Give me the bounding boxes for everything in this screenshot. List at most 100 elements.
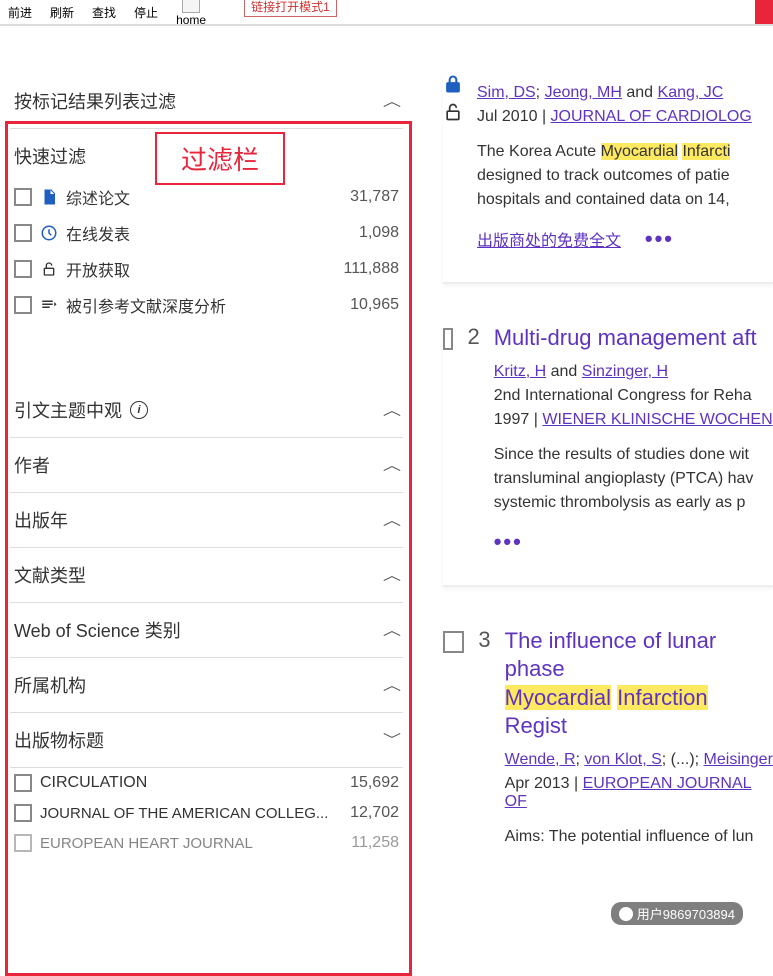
highlight: Myocardial (601, 143, 678, 160)
pub-title-item[interactable]: JOURNAL OF THE AMERICAN COLLEG... 12,702 (10, 798, 403, 828)
red-accent-bar (755, 0, 773, 24)
checkbox[interactable] (14, 804, 32, 822)
section-title: 引文主题中观 (14, 397, 122, 423)
pub-title-label: EUROPEAN HEART JOURNAL (40, 835, 343, 852)
result-authors: Kritz, H and Sinzinger, H (494, 363, 773, 381)
chevron-up-icon: ︿ (383, 675, 401, 695)
pub-title-item[interactable]: CIRCULATION 15,692 (10, 768, 403, 798)
watermark: 用户9869703894 (611, 902, 743, 925)
section-wos-category[interactable]: Web of Science 类别 ︿ (10, 603, 403, 658)
result-abstract: The Korea Acute Myocardial Infarcti desi… (477, 140, 773, 212)
checkbox[interactable] (14, 188, 32, 206)
result-abstract: Aims: The potential influence of lun (505, 825, 773, 849)
section-title: Web of Science 类别 (14, 617, 181, 643)
weibo-icon (619, 907, 633, 921)
author-link[interactable]: Meisinger (704, 751, 773, 768)
result-authors: Wende, R; von Klot, S; (...); Meisinger (505, 751, 773, 769)
result-card-3: 3 The influence of lunar phase Myocardia… (443, 627, 773, 893)
result-number: 2 (467, 324, 479, 350)
pub-title-item[interactable]: EUROPEAN HEART JOURNAL 11,258 (10, 828, 403, 858)
result-authors: Sim, DS; Jeong, MH and Kang, JC (477, 84, 773, 102)
section-title: 所属机构 (14, 672, 86, 698)
pub-title-count: 15,692 (350, 774, 399, 792)
chevron-up-icon: ︿ (383, 400, 401, 420)
result-meta: Apr 2013 | EUROPEAN JOURNAL OF (505, 775, 773, 811)
result-title[interactable]: Multi-drug management aft (494, 324, 773, 353)
chevron-up-icon: ︿ (383, 91, 401, 111)
home-icon[interactable] (182, 0, 200, 13)
clock-icon (40, 224, 58, 242)
journal-link[interactable]: JOURNAL OF CARDIOLOG (551, 108, 752, 125)
section-doc-type[interactable]: 文献类型 ︿ (10, 548, 403, 603)
find-button[interactable]: 查找 (92, 4, 116, 21)
link-mode-dropdown[interactable]: 链接打开模式1 (244, 0, 337, 17)
checkbox[interactable] (14, 260, 32, 278)
lock-closed-icon (443, 74, 463, 94)
highlight: Infarction (617, 685, 708, 710)
results-list: Sim, DS; Jeong, MH and Kang, JC Jul 2010… (413, 74, 773, 933)
annotation-label: 过滤栏 (155, 132, 285, 185)
doc-icon (40, 188, 58, 206)
chevron-up-icon: ︿ (383, 455, 401, 475)
citation-icon (40, 296, 58, 314)
result-number: 3 (478, 627, 490, 653)
section-affiliation[interactable]: 所属机构 ︿ (10, 658, 403, 713)
section-pub-titles[interactable]: 出版物标题 ﹀ (10, 713, 403, 768)
checkbox[interactable] (14, 224, 32, 242)
author-link[interactable]: Jeong, MH (545, 84, 622, 101)
forward-button[interactable]: 前进 (8, 4, 32, 21)
result-card-1: Sim, DS; Jeong, MH and Kang, JC Jul 2010… (443, 74, 773, 284)
filter-label: 开放获取 (66, 257, 336, 281)
filter-item-open-access[interactable]: 开放获取 111,888 (10, 251, 403, 287)
author-link[interactable]: Sim, DS (477, 84, 536, 101)
filter-count: 111,888 (344, 260, 399, 278)
stop-button[interactable]: 停止 (134, 4, 158, 21)
chevron-up-icon: ︿ (383, 620, 401, 640)
result-checkbox[interactable] (443, 328, 453, 350)
author-link[interactable]: Kritz, H (494, 363, 546, 380)
chevron-up-icon: ︿ (383, 565, 401, 585)
result-meta: 1997 | WIENER KLINISCHE WOCHEN (494, 411, 773, 429)
info-icon[interactable]: i (130, 401, 148, 419)
filter-by-marked-header[interactable]: 按标记结果列表过滤 ︿ (10, 74, 403, 129)
section-title: 出版年 (14, 507, 68, 533)
journal-link[interactable]: WIENER KLINISCHE WOCHEN (542, 411, 772, 428)
filter-item-citation[interactable]: 被引参考文献深度分析 10,965 (10, 287, 403, 323)
checkbox[interactable] (14, 834, 32, 852)
result-checkbox[interactable] (443, 631, 464, 653)
highlight: Infarcti (682, 143, 730, 160)
filter-item-online[interactable]: 在线发表 1,098 (10, 215, 403, 251)
pub-title-count: 12,702 (350, 804, 399, 822)
filter-count: 31,787 (350, 188, 399, 206)
chevron-up-icon: ︿ (383, 510, 401, 530)
more-options-icon[interactable]: ••• (494, 529, 523, 554)
section-pub-year[interactable]: 出版年 ︿ (10, 493, 403, 548)
open-lock-icon (40, 260, 58, 278)
checkbox[interactable] (14, 296, 32, 314)
refresh-button[interactable]: 刷新 (50, 4, 74, 21)
more-options-icon[interactable]: ••• (645, 226, 674, 251)
filter-label: 综述论文 (66, 185, 342, 209)
author-link[interactable]: Wende, R (505, 751, 576, 768)
result-title[interactable]: The influence of lunar phase Myocardial … (505, 627, 773, 741)
filter-label: 在线发表 (66, 221, 351, 245)
section-authors[interactable]: 作者 ︿ (10, 438, 403, 493)
lock-open-icon (443, 102, 463, 122)
result-card-2: 2 Multi-drug management aft Kritz, H and… (443, 324, 773, 587)
pub-title-label: JOURNAL OF THE AMERICAN COLLEG... (40, 805, 342, 822)
author-link[interactable]: Kang, JC (658, 84, 724, 101)
author-link[interactable]: von Klot, S (584, 751, 661, 768)
chevron-down-icon: ﹀ (383, 730, 401, 750)
checkbox[interactable] (14, 774, 32, 792)
section-citation-topics[interactable]: 引文主题中观 i ︿ (10, 383, 403, 438)
fulltext-link[interactable]: 出版商处的免费全文 (477, 233, 621, 250)
author-link[interactable]: Sinzinger, H (582, 363, 668, 380)
section-title: 作者 (14, 452, 50, 478)
filter-by-marked-title: 按标记结果列表过滤 (14, 88, 176, 114)
section-title: 出版物标题 (14, 727, 104, 753)
filter-count: 1,098 (359, 224, 399, 242)
highlight: Myocardial (505, 685, 611, 710)
browser-toolbar: 前进 刷新 查找 停止 home 链接打开模式1 (0, 0, 773, 26)
filter-count: 10,965 (350, 296, 399, 314)
home-button[interactable]: home (176, 13, 206, 27)
